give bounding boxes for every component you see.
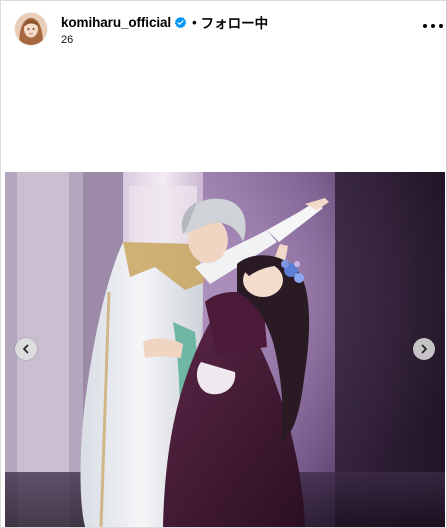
- avatar-image: [15, 13, 47, 45]
- more-options-icon[interactable]: [423, 17, 443, 35]
- chevron-left-icon: [23, 344, 29, 354]
- stage-photo-illustration: [5, 172, 445, 527]
- post-photo[interactable]: [5, 172, 445, 527]
- verified-badge-icon: [174, 16, 187, 29]
- carousel-prev-button[interactable]: [15, 338, 37, 360]
- carousel-next-button[interactable]: [413, 338, 435, 360]
- chevron-right-icon: [421, 344, 427, 354]
- username-row: komiharu_official • フォロー中: [61, 12, 269, 32]
- post-card: komiharu_official • フォロー中 26: [0, 0, 447, 528]
- following-button[interactable]: フォロー中: [201, 12, 269, 32]
- username-link[interactable]: komiharu_official: [61, 15, 171, 30]
- post-header: komiharu_official • フォロー中 26: [1, 1, 446, 59]
- separator-dot: •: [192, 14, 197, 30]
- avatar[interactable]: [15, 13, 47, 45]
- post-subtext: 26: [61, 34, 74, 46]
